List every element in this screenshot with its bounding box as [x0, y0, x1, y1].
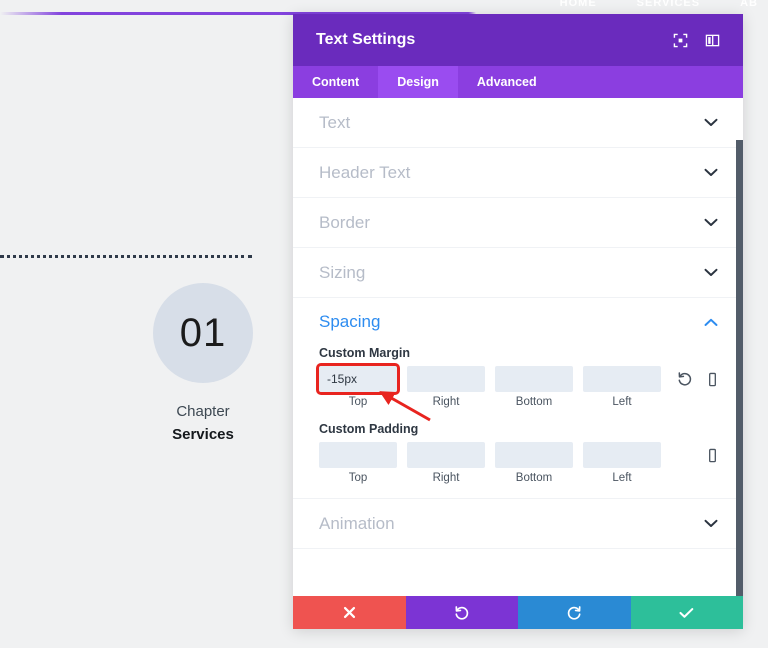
nav-item-about[interactable]: AB	[740, 0, 758, 9]
padding-right-input[interactable]	[407, 442, 485, 468]
margin-bottom-group: Bottom	[495, 366, 573, 408]
margin-bottom-sublabel: Bottom	[515, 396, 553, 408]
padding-left-group: Left	[583, 442, 661, 484]
margin-top-input[interactable]	[316, 363, 400, 395]
modal-body: Text Header Text Border Sizing Spacing C…	[293, 98, 743, 596]
accordion-header-spacing[interactable]: Spacing	[293, 298, 743, 346]
chevron-down-icon	[704, 216, 718, 229]
padding-top-group: Top	[319, 442, 397, 484]
accordion-label-header-text: Header Text	[319, 162, 411, 182]
accordion-section-border[interactable]: Border	[293, 198, 743, 248]
expand-icon[interactable]	[667, 27, 693, 53]
accordion-section-header-text[interactable]: Header Text	[293, 148, 743, 198]
chapter-number: 01	[179, 310, 227, 355]
margin-left-group: Left	[583, 366, 661, 408]
modal-tabbar: Content Design Advanced	[293, 66, 743, 98]
custom-margin-row: Top Right Bottom	[316, 363, 720, 408]
padding-right-sublabel: Right	[432, 472, 460, 484]
margin-left-input[interactable]	[583, 366, 661, 392]
chapter-number-circle: 01	[153, 283, 253, 383]
accordion-label-sizing: Sizing	[319, 262, 366, 282]
accordion-label-animation: Animation	[319, 513, 395, 533]
chapter-title: Services	[172, 426, 234, 443]
margin-bottom-input[interactable]	[495, 366, 573, 392]
tab-content[interactable]: Content	[293, 66, 378, 98]
padding-left-input[interactable]	[583, 442, 661, 468]
padding-right-group: Right	[407, 442, 485, 484]
save-button[interactable]	[630, 596, 743, 629]
spacing-body: Custom Margin Top Right	[293, 346, 743, 498]
chevron-down-icon	[704, 166, 718, 179]
nav-item-services[interactable]: SERVICES	[637, 0, 700, 9]
screenshot-root: HOME SERVICES AB 01 Chapter Services Tex…	[0, 0, 768, 648]
custom-padding-row: Top Right Bottom Left	[319, 442, 718, 484]
device-toggle-icon[interactable]	[705, 448, 720, 463]
settings-accordion: Text Header Text Border Sizing Spacing C…	[293, 98, 743, 596]
margin-right-group: Right	[407, 366, 485, 408]
chevron-down-icon	[704, 517, 718, 530]
text-settings-modal: Text Settings Content Design Advanced Te…	[293, 14, 743, 629]
cancel-button[interactable]	[293, 596, 406, 629]
modal-footer	[293, 596, 743, 629]
padding-left-sublabel: Left	[612, 472, 632, 484]
custom-padding-label: Custom Padding	[319, 422, 419, 436]
modal-header: Text Settings	[293, 14, 743, 66]
vertical-scrollbar[interactable]	[736, 140, 743, 596]
undo-button[interactable]	[405, 596, 518, 629]
padding-bottom-sublabel: Bottom	[515, 472, 553, 484]
accordion-section-animation[interactable]: Animation	[293, 499, 743, 549]
accordion-label-border: Border	[319, 212, 371, 232]
custom-margin-tools	[677, 366, 720, 392]
layout-columns-icon[interactable]	[699, 27, 725, 53]
accordion-section-spacing: Spacing Custom Margin Top	[293, 298, 743, 499]
chevron-down-icon	[704, 266, 718, 279]
chevron-up-icon	[704, 316, 718, 329]
padding-top-input[interactable]	[319, 442, 397, 468]
padding-top-sublabel: Top	[348, 472, 368, 484]
margin-left-sublabel: Left	[612, 396, 632, 408]
chevron-down-icon	[704, 116, 718, 129]
margin-top-sublabel: Top	[348, 396, 368, 408]
redo-button[interactable]	[518, 596, 631, 629]
tab-design[interactable]: Design	[378, 66, 458, 98]
padding-bottom-group: Bottom	[495, 442, 573, 484]
chapter-label: Chapter	[176, 403, 230, 420]
device-toggle-icon[interactable]	[705, 372, 720, 387]
accordion-section-sizing[interactable]: Sizing	[293, 248, 743, 298]
custom-padding-tools	[705, 442, 720, 468]
nav-item-home[interactable]: HOME	[560, 0, 597, 9]
margin-right-input[interactable]	[407, 366, 485, 392]
chapter-block: 01 Chapter Services	[0, 255, 290, 443]
tab-advanced[interactable]: Advanced	[458, 66, 556, 98]
modal-title: Text Settings	[316, 31, 416, 48]
dotted-divider	[0, 255, 252, 258]
padding-bottom-input[interactable]	[495, 442, 573, 468]
accordion-label-text: Text	[319, 112, 351, 132]
margin-right-sublabel: Right	[432, 396, 460, 408]
reset-icon[interactable]	[677, 371, 693, 387]
site-nav: HOME SERVICES AB	[0, 0, 768, 12]
margin-top-group: Top	[316, 363, 400, 408]
accordion-label-spacing: Spacing	[319, 312, 381, 331]
accordion-section-text[interactable]: Text	[293, 98, 743, 148]
custom-margin-label: Custom Margin	[319, 346, 410, 360]
